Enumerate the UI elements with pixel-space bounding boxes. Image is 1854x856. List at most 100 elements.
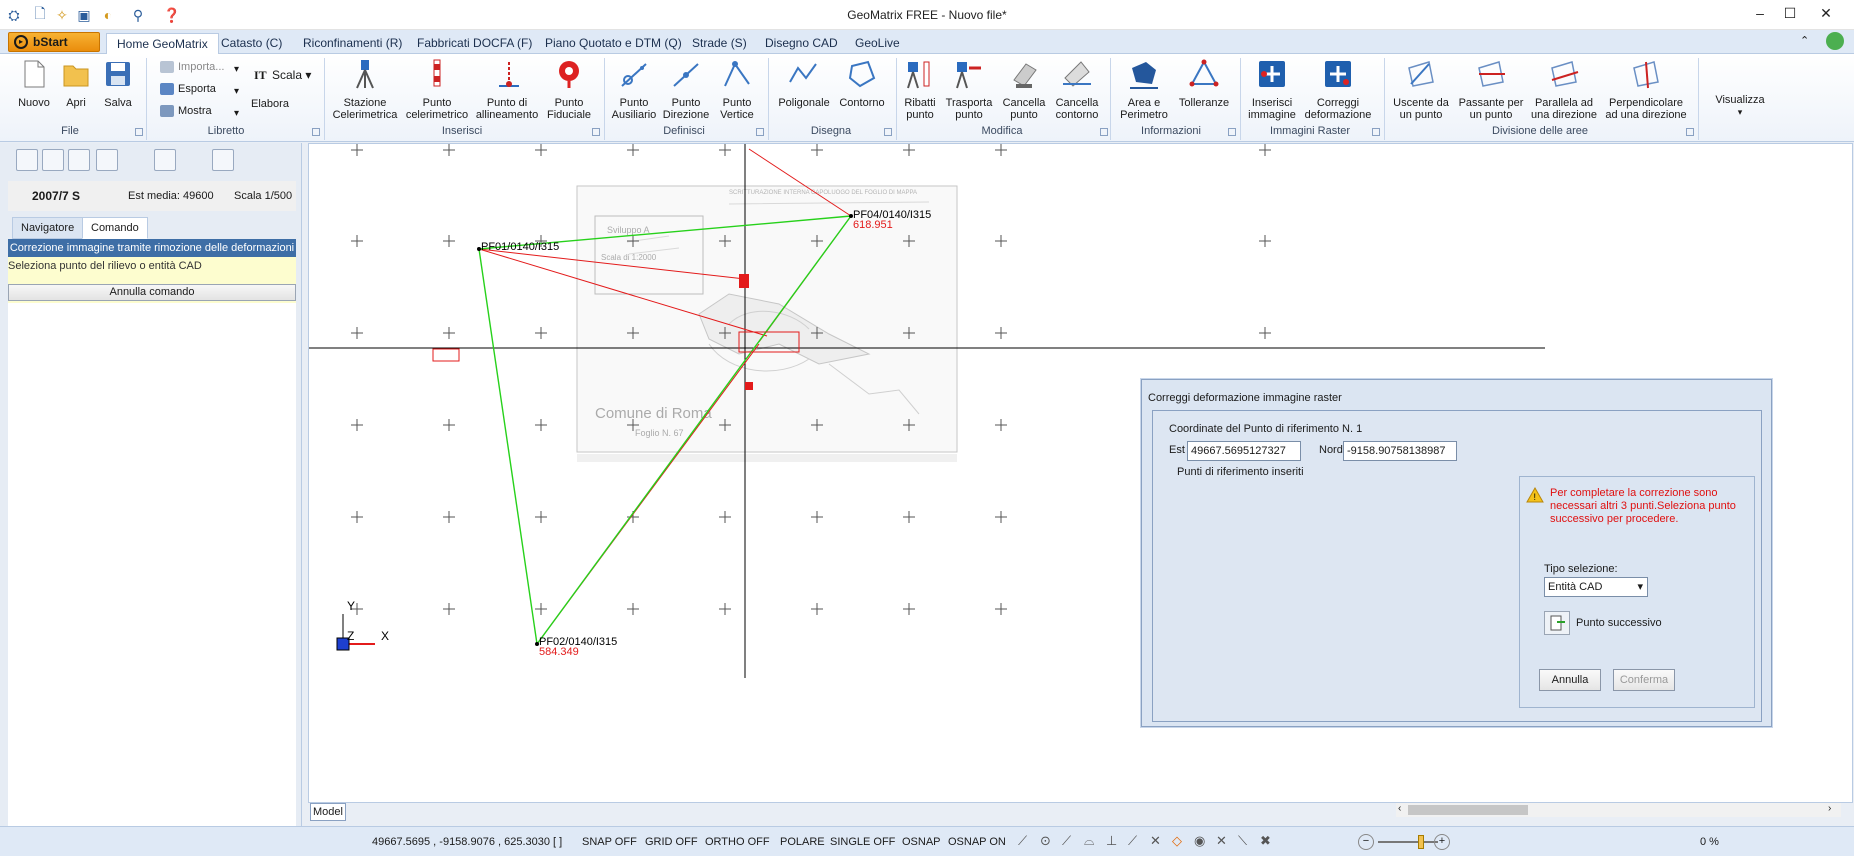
grid-toggle[interactable]: GRID OFF	[645, 836, 698, 848]
chevron-down-icon[interactable]: ▾	[234, 64, 239, 75]
zoom-out-icon[interactable]: −	[1358, 834, 1374, 850]
ortho-toggle[interactable]: ORTHO OFF	[705, 836, 770, 848]
tab-disegno-cad[interactable]: Disegno CAD	[755, 33, 848, 54]
tab-geolive[interactable]: GeoLive	[845, 33, 910, 54]
libretto-launcher-icon[interactable]	[312, 128, 320, 136]
inserisci-launcher-icon[interactable]	[592, 128, 600, 136]
polare-toggle[interactable]: POLARE	[780, 836, 825, 848]
tab-riconfinamenti[interactable]: Riconfinamenti (R)	[293, 33, 412, 54]
tolleranze-button[interactable]: Tolleranze	[1176, 58, 1232, 109]
tab-fabbricati[interactable]: Fabbricati DOCFA (F)	[407, 33, 542, 54]
osnap-mode-icon[interactable]: ✖	[1260, 833, 1271, 849]
zoom-slider-thumb[interactable]	[1418, 835, 1424, 849]
inserisci-immagine-button[interactable]: Inserisci immagine	[1246, 58, 1298, 121]
area-perimetro-button[interactable]: Area e Perimetro	[1114, 58, 1174, 121]
chevron-down-icon[interactable]: ▾	[234, 108, 239, 119]
salva-button[interactable]: Salva	[96, 58, 140, 109]
mostra-button[interactable]: Mostra	[158, 102, 212, 120]
osnap-mode-icon[interactable]: ⌓	[1084, 833, 1094, 849]
cancella-contorno-button[interactable]: Cancella contorno	[1050, 58, 1104, 121]
zoom-target-icon[interactable]	[96, 149, 118, 171]
layers-icon[interactable]	[212, 149, 234, 171]
pen-tool-icon[interactable]	[154, 149, 176, 171]
zoom-extents-icon[interactable]	[42, 149, 64, 171]
punto-ausiliario-button[interactable]: Punto Ausiliario	[610, 58, 658, 121]
group-inserisci-label: Inserisci	[441, 125, 483, 137]
punto-celerimetrico-button[interactable]: Punto celerimetrico	[404, 58, 470, 121]
modifica-launcher-icon[interactable]	[1100, 128, 1108, 136]
osnap-mode-icon[interactable]: ⊥	[1106, 833, 1117, 849]
trasporta-punto-button[interactable]: Trasporta punto	[942, 58, 996, 121]
zoom-slider[interactable]	[1378, 841, 1438, 843]
snap-toggle[interactable]: SNAP OFF	[582, 836, 637, 848]
cancella-punto-button[interactable]: Cancella punto	[998, 58, 1050, 121]
grid-cross	[535, 144, 547, 156]
zoom-in-icon[interactable]: +	[1434, 834, 1450, 850]
zoom-window-icon[interactable]	[16, 149, 38, 171]
uscente-punto-button[interactable]: Uscente da un punto	[1388, 58, 1454, 121]
annulla-comando-button[interactable]: Annulla comando	[8, 284, 296, 301]
maximize-button[interactable]: ☐	[1770, 2, 1810, 26]
punto-fiduciale-button[interactable]: Punto Fiduciale	[544, 58, 594, 121]
horizontal-scrollbar[interactable]: ‹ ›	[1396, 803, 1841, 817]
correggi-deformazione-button[interactable]: Correggi deformazione	[1302, 58, 1374, 121]
poligonale-button[interactable]: Poligonale	[774, 58, 834, 109]
osnap-mode-icon[interactable]: ⟋	[1128, 833, 1137, 849]
est-input[interactable]: 49667.5695127327	[1187, 441, 1301, 461]
tab-home[interactable]: Home GeoMatrix	[106, 33, 219, 54]
elabora-button[interactable]: Elabora	[250, 98, 290, 110]
annulla-button[interactable]: Annulla	[1539, 669, 1601, 691]
tipo-selezione-select[interactable]: Entità CAD ▾	[1544, 577, 1648, 597]
esporta-button[interactable]: Esporta	[158, 80, 216, 98]
osnap-mode-icon[interactable]: ⊙	[1040, 833, 1051, 849]
conferma-button[interactable]: Conferma	[1613, 669, 1675, 691]
immagini-launcher-icon[interactable]	[1372, 128, 1380, 136]
insert-image-icon	[1259, 61, 1285, 87]
osnap-mode-icon[interactable]: ⟋	[1018, 833, 1027, 849]
importa-button[interactable]: Importa...	[158, 58, 224, 76]
zoom-previous-icon[interactable]	[68, 149, 90, 171]
scala-button[interactable]: IT Scala ▾	[252, 66, 311, 84]
perpendicolare-direzione-button[interactable]: Perpendicolare ad una direzione	[1602, 58, 1690, 121]
collapse-ribbon-icon[interactable]: ⌃	[1800, 34, 1809, 47]
punto-successivo-button[interactable]	[1544, 611, 1570, 635]
punto-direzione-button[interactable]: Punto Direzione	[662, 58, 710, 121]
definisci-launcher-icon[interactable]	[756, 128, 764, 136]
osnap-mode-icon[interactable]: ◇	[1172, 833, 1182, 849]
osnap-mode-icon[interactable]: ✕	[1216, 833, 1227, 849]
model-tab[interactable]: Model	[310, 803, 346, 821]
split-parallel-icon	[1551, 61, 1579, 87]
passante-punto-button[interactable]: Passante per un punto	[1456, 58, 1526, 121]
osnap-toggle[interactable]: OSNAP	[902, 836, 941, 848]
file-launcher-icon[interactable]	[135, 128, 143, 136]
osnap-mode-icon[interactable]: ✕	[1150, 833, 1161, 849]
osnap-mode-icon[interactable]: ◉	[1194, 833, 1205, 849]
nord-input[interactable]: -9158.90758138987	[1343, 441, 1457, 461]
parallela-direzione-button[interactable]: Parallela ad una direzione	[1528, 58, 1600, 121]
stazione-celerimetrica-button[interactable]: Stazione Celerimetrica	[330, 58, 400, 121]
nuovo-button[interactable]: Nuovo	[12, 58, 56, 109]
informazioni-launcher-icon[interactable]	[1228, 128, 1236, 136]
ribatti-punto-button[interactable]: Ribatti punto	[900, 58, 940, 121]
punto-vertice-button[interactable]: Punto Vertice	[714, 58, 760, 121]
divisione-launcher-icon[interactable]	[1686, 128, 1694, 136]
bstart-button[interactable]: ▸ bStart	[8, 32, 100, 52]
visualizza-button[interactable]: Visualizza ▾	[1710, 94, 1770, 118]
close-button[interactable]: ✕	[1806, 2, 1846, 26]
live-status-icon[interactable]	[1826, 32, 1844, 50]
osnap-mode-icon[interactable]: ⟋	[1062, 833, 1071, 849]
tab-piano-quotato[interactable]: Piano Quotato e DTM (Q)	[535, 33, 692, 54]
chevron-down-icon[interactable]: ▾	[234, 86, 239, 97]
tab-comando[interactable]: Comando	[82, 217, 148, 239]
punto-allineamento-button[interactable]: Punto di allineamento	[474, 58, 540, 121]
osnap-on-toggle[interactable]: OSNAP ON	[948, 836, 1006, 848]
single-toggle[interactable]: SINGLE OFF	[830, 836, 895, 848]
contorno-button[interactable]: Contorno	[834, 58, 890, 109]
tab-catasto[interactable]: Catasto (C)	[211, 33, 292, 54]
apri-button[interactable]: Apri	[56, 58, 96, 109]
osnap-mode-icon[interactable]: ⟍	[1238, 833, 1247, 849]
disegna-launcher-icon[interactable]	[884, 128, 892, 136]
horizontal-scroll-thumb[interactable]	[1408, 805, 1528, 815]
tab-strade[interactable]: Strade (S)	[682, 33, 757, 54]
tab-navigatore[interactable]: Navigatore	[12, 217, 84, 239]
